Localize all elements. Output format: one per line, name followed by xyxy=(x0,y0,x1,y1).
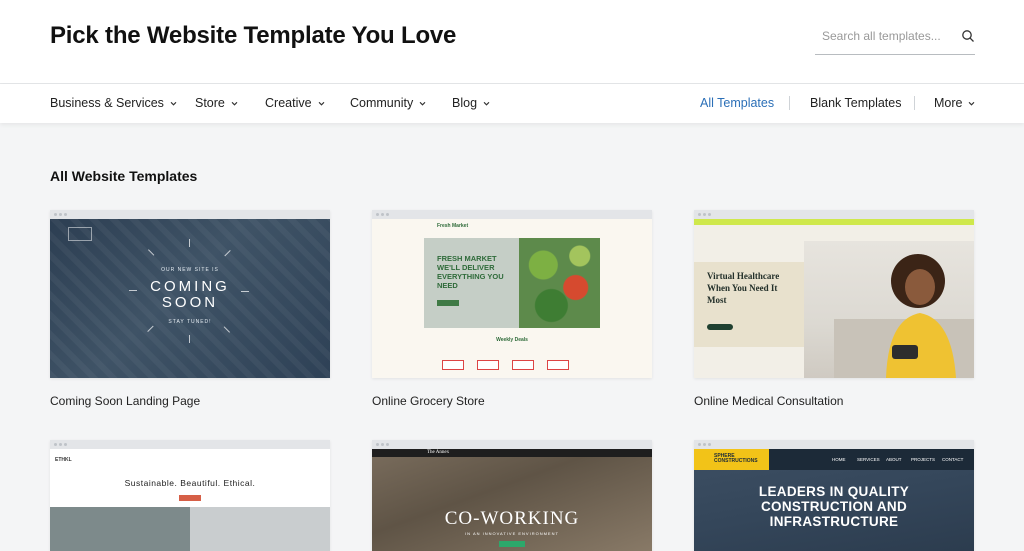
preview-headline: LEADERS IN QUALITY CONSTRUCTION AND INFR… xyxy=(758,484,910,529)
preview-brand: ETHKL xyxy=(55,457,72,463)
hero-box: Virtual Healthcare When You Need It Most xyxy=(694,262,804,347)
nav-label: More xyxy=(934,96,963,110)
nav-community[interactable]: Community xyxy=(350,96,427,110)
person-illustration xyxy=(834,254,974,378)
browser-bar xyxy=(50,210,330,219)
preview-headline: FRESH MARKET WE'LL DELIVER EVERYTHING YO… xyxy=(437,254,504,290)
template-card: Fresh Market FRESH MARKET WE'LL DELIVER … xyxy=(372,210,652,408)
preview-logo: SPHERE CONSTRUCTIONS xyxy=(694,449,769,470)
template-title[interactable]: Coming Soon Landing Page xyxy=(50,394,200,408)
browser-bar xyxy=(372,440,652,449)
template-title[interactable]: Online Grocery Store xyxy=(372,394,485,408)
template-thumbnail[interactable]: OUR NEW SITE IS COMING SOON STAY TUNED! xyxy=(50,210,330,378)
chevron-down-icon xyxy=(231,101,238,106)
nav-all-templates[interactable]: All Templates xyxy=(700,96,774,110)
vegetables-image xyxy=(519,238,600,328)
category-nav: Business & Services Store Creative Commu… xyxy=(0,84,1024,123)
preview-headline: Sustainable. Beautiful. Ethical. xyxy=(124,478,256,488)
template-thumbnail[interactable]: The Annex CO-WORKING IN AN INNOVATIVE EN… xyxy=(372,440,652,551)
preview-headline: COMING SOON xyxy=(150,278,230,311)
preview-tagline: IN AN INNOVATIVE ENVIRONMENT xyxy=(465,531,559,536)
nav-blog[interactable]: Blog xyxy=(452,96,491,110)
preview-button xyxy=(499,541,525,547)
nav-label: Business & Services xyxy=(50,96,164,110)
preview-nav-link: PROJECTS xyxy=(911,457,936,462)
template-card: Virtual Healthcare When You Need It Most… xyxy=(694,210,974,408)
model-photo xyxy=(190,507,330,551)
preview-hero: FRESH MARKET WE'LL DELIVER EVERYTHING YO… xyxy=(424,238,600,328)
preview-button xyxy=(437,300,459,306)
preview-nav-link: SERVICES xyxy=(857,457,880,462)
preview-button xyxy=(707,324,733,330)
browser-bar xyxy=(372,210,652,219)
chevron-down-icon xyxy=(969,101,975,106)
template-thumbnail[interactable]: Virtual Healthcare When You Need It Most xyxy=(694,210,974,378)
preview-grocery: Fresh Market FRESH MARKET WE'LL DELIVER … xyxy=(372,219,652,378)
model-photo xyxy=(50,507,190,551)
preview-button xyxy=(179,495,201,501)
browser-bar xyxy=(50,440,330,449)
chevron-down-icon xyxy=(170,101,177,106)
preview-medical: Virtual Healthcare When You Need It Most xyxy=(694,219,974,378)
preview-construction: SPHERE CONSTRUCTIONS HOME SERVICES ABOUT… xyxy=(694,449,974,551)
template-title[interactable]: Online Medical Consultation xyxy=(694,394,843,408)
template-thumbnail[interactable]: Fresh Market FRESH MARKET WE'LL DELIVER … xyxy=(372,210,652,378)
product-chip xyxy=(442,360,464,370)
preview-nav-link: ABOUT xyxy=(886,457,902,462)
template-thumbnail[interactable]: SPHERE CONSTRUCTIONS HOME SERVICES ABOUT… xyxy=(694,440,974,551)
nav-label: Store xyxy=(195,96,225,110)
preview-coworking: The Annex CO-WORKING IN AN INNOVATIVE EN… xyxy=(372,449,652,551)
preview-nav-link: CONTACT xyxy=(942,457,964,462)
chevron-down-icon xyxy=(318,101,324,106)
template-card: The Annex CO-WORKING IN AN INNOVATIVE EN… xyxy=(372,440,652,551)
page-header: Pick the Website Template You Love xyxy=(0,0,1024,84)
nav-store[interactable]: Store xyxy=(195,96,239,110)
search-input[interactable] xyxy=(815,24,945,48)
nav-label: Community xyxy=(350,96,414,110)
template-card: OUR NEW SITE IS COMING SOON STAY TUNED! … xyxy=(50,210,330,408)
nav-label: Creative xyxy=(265,96,312,110)
page-title: Pick the Website Template You Love xyxy=(50,22,457,49)
woman-photo xyxy=(804,241,974,378)
browser-bar xyxy=(694,440,974,449)
browser-bar xyxy=(694,210,974,219)
preview-nav: SPHERE CONSTRUCTIONS HOME SERVICES ABOUT… xyxy=(694,449,974,470)
nav-more[interactable]: More xyxy=(934,96,976,110)
preview-brand: The Annex xyxy=(427,450,450,455)
nav-label: Blog xyxy=(452,96,478,110)
preview-ethical: ETHKL Sustainable. Beautiful. Ethical. xyxy=(50,449,330,551)
preview-tagline: STAY TUNED! xyxy=(168,319,212,325)
section-title: All Website Templates xyxy=(50,168,198,184)
template-thumbnail[interactable]: ETHKL Sustainable. Beautiful. Ethical. xyxy=(50,440,330,551)
preview-nav-link: HOME xyxy=(832,457,846,462)
nav-divider xyxy=(914,96,915,110)
nav-creative[interactable]: Creative xyxy=(265,96,326,110)
preview-nav: The Annex xyxy=(372,449,652,457)
nav-divider xyxy=(789,96,790,110)
template-card: ETHKL Sustainable. Beautiful. Ethical. xyxy=(50,440,330,551)
search-icon[interactable] xyxy=(961,29,975,43)
preview-brand: SPHERE CONSTRUCTIONS xyxy=(714,453,758,464)
preview-subheadline: OUR NEW SITE IS xyxy=(161,267,219,273)
nav-blank-templates[interactable]: Blank Templates xyxy=(810,96,902,110)
product-chip xyxy=(512,360,534,370)
preview-headline: CO-WORKING xyxy=(444,508,580,529)
preview-section-title: Weekly Deals xyxy=(496,337,528,343)
product-chip xyxy=(477,360,499,370)
preview-coming-soon: OUR NEW SITE IS COMING SOON STAY TUNED! xyxy=(50,219,330,378)
chevron-down-icon xyxy=(483,101,490,106)
nav-business-services[interactable]: Business & Services xyxy=(50,96,178,110)
search-box xyxy=(815,24,975,55)
chevron-down-icon xyxy=(419,101,426,106)
announcement-bar xyxy=(694,219,974,225)
preview-brand: Fresh Market xyxy=(437,223,469,229)
template-card: SPHERE CONSTRUCTIONS HOME SERVICES ABOUT… xyxy=(694,440,974,551)
preview-headline: Virtual Healthcare When You Need It Most xyxy=(707,271,780,305)
product-chip xyxy=(547,360,569,370)
preview-logo xyxy=(68,227,92,241)
